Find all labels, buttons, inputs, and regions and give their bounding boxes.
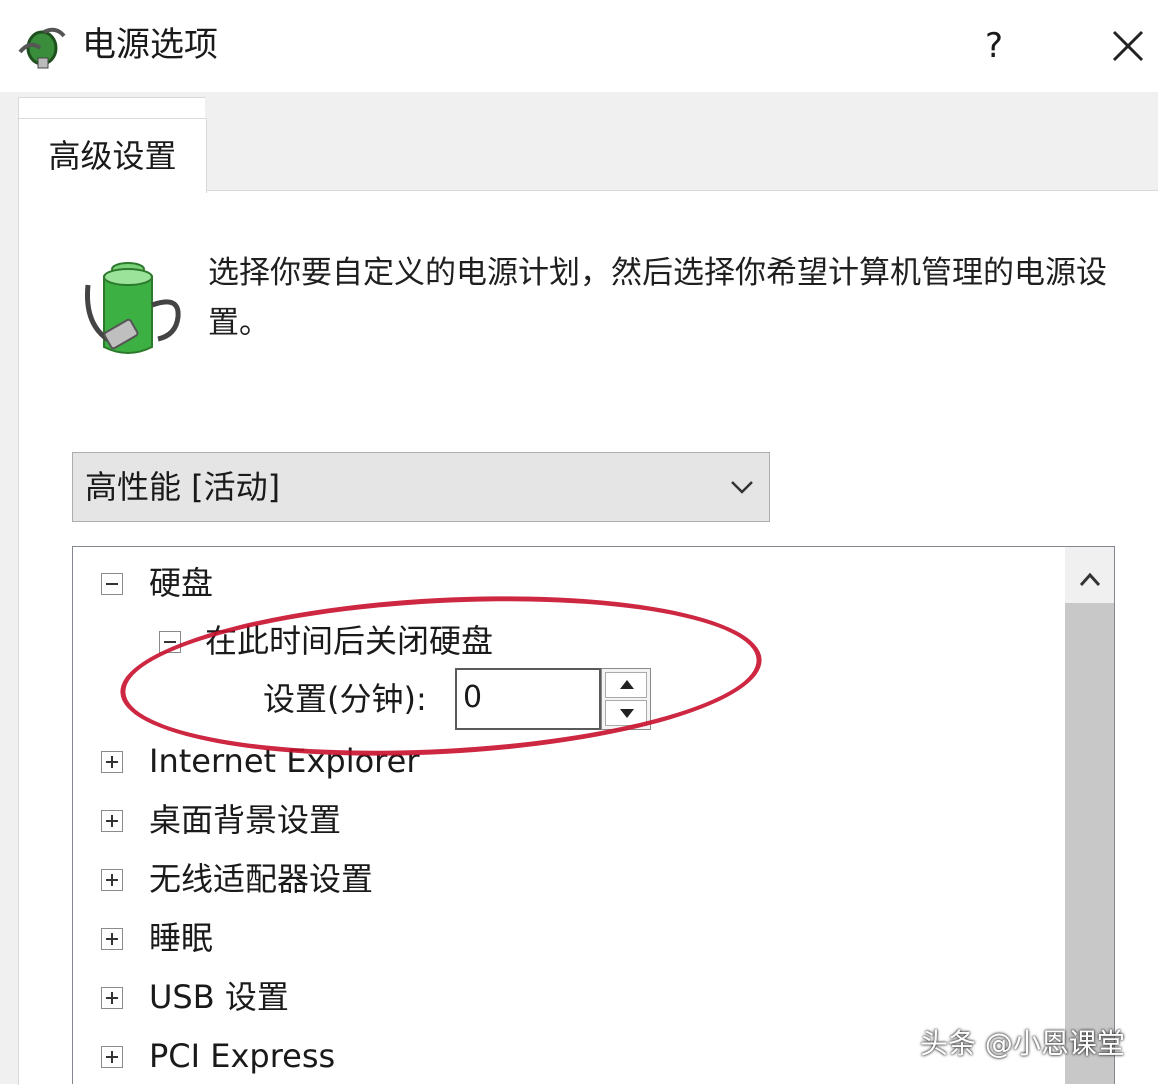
chevron-down-icon <box>731 481 753 494</box>
scroll-up-icon[interactable] <box>1065 557 1115 601</box>
tree-item-usb-settings[interactable]: USB 设置 <box>149 973 289 1021</box>
minutes-spinner <box>601 668 651 730</box>
scroll-thumb[interactable] <box>1065 603 1114 1084</box>
window-title: 电源选项 <box>82 25 218 65</box>
expand-icon[interactable] <box>101 751 123 773</box>
tree-item-desktop-background[interactable]: 桌面背景设置 <box>149 796 341 844</box>
minutes-input[interactable]: 0 <box>455 668 601 730</box>
setting-minutes-label: 设置(分钟): <box>263 680 427 718</box>
expand-icon[interactable] <box>101 987 123 1009</box>
tree-item-hard-disk[interactable]: 硬盘 <box>149 559 213 607</box>
help-button[interactable]: ? <box>968 18 1020 74</box>
expand-icon[interactable] <box>101 928 123 950</box>
settings-tree[interactable]: 硬盘 在此时间后关闭硬盘 设置(分钟): 0 Internet Explorer… <box>72 546 1115 1084</box>
watermark: 头条 @小恩课堂 <box>920 1027 1125 1060</box>
description-text: 选择你要自定义的电源计划，然后选择你希望计算机管理的电源设置。 <box>208 255 1107 341</box>
spin-up-icon[interactable] <box>605 672 647 698</box>
tree-item-wireless-adapter[interactable]: 无线适配器设置 <box>149 855 373 903</box>
tab-strip <box>205 92 1158 190</box>
battery-icon <box>84 262 181 354</box>
tree-item-sleep[interactable]: 睡眠 <box>149 914 213 962</box>
tab-advanced-settings[interactable]: 高级设置 <box>18 118 207 193</box>
vertical-scrollbar[interactable] <box>1065 547 1115 1084</box>
expand-icon[interactable] <box>101 810 123 832</box>
collapse-icon[interactable] <box>101 573 123 595</box>
power-options-icon <box>18 27 66 69</box>
collapse-icon[interactable] <box>159 631 181 653</box>
expand-icon[interactable] <box>101 869 123 891</box>
expand-icon[interactable] <box>101 1046 123 1068</box>
tree-item-turn-off-hard-disk[interactable]: 在此时间后关闭硬盘 <box>205 617 493 665</box>
tab-divider <box>205 190 1158 191</box>
power-plan-select[interactable]: 高性能 [活动] <box>72 452 770 522</box>
title-bar: 电源选项 ? <box>0 0 1158 92</box>
tree-item-pci-express[interactable]: PCI Express <box>149 1032 335 1080</box>
close-icon[interactable] <box>1100 18 1156 74</box>
power-plan-value: 高性能 [活动] <box>85 468 281 506</box>
spin-down-icon[interactable] <box>605 700 647 726</box>
tree-item-internet-explorer[interactable]: Internet Explorer <box>149 737 419 785</box>
